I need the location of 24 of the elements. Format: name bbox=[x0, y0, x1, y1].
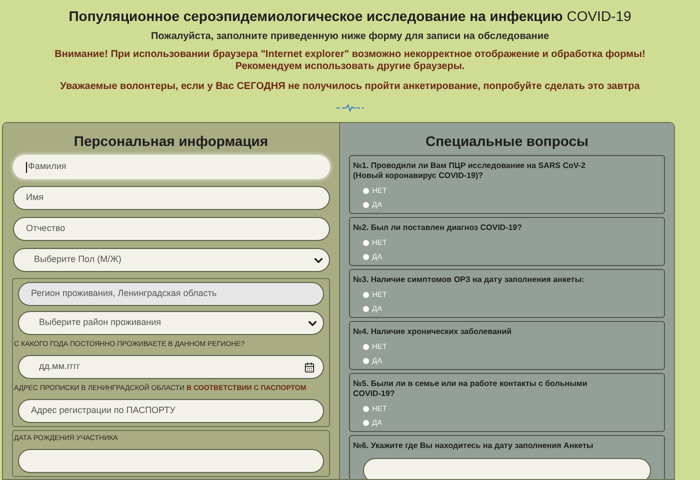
select-field[interactable]: Выберите район проживания bbox=[18, 311, 324, 335]
page-title: Популяционное сероэпидемиологическое исследование на инфекцию COVID-19 bbox=[68, 7, 632, 26]
question-text: №2. Был ли поставлен диагноз COVID-19? bbox=[353, 223, 524, 233]
text-field[interactable]: Адрес регистрации по ПАСПОРТУ bbox=[18, 399, 324, 423]
text-field[interactable]: Имя bbox=[13, 186, 330, 210]
question-text: №4. Наличие хронических заболеваний bbox=[353, 327, 513, 337]
heartbeat-icon bbox=[336, 104, 364, 112]
panel-heading: Персональная информация bbox=[72, 132, 270, 151]
question-text: №6. Укажите где Вы находитесь на дату заполнения Анкеты bbox=[353, 441, 594, 451]
text-field[interactable] bbox=[363, 458, 651, 479]
warning-text: Внимание! При использовании браузера "Internet explorer" возможно некорректное отображение и обработка формы! bbox=[54, 49, 646, 61]
select-field[interactable]: Выберите Пол (М/Ж) bbox=[13, 248, 330, 272]
question-text: №3. Наличие симптомов ОРЗ на дату заполнения анкеты: bbox=[353, 275, 586, 285]
calendar-icon bbox=[304, 362, 315, 372]
date-field[interactable]: дд.мм.гггг bbox=[18, 355, 324, 379]
notice-text: Уважаемые волонтеры, если у Вас СЕГОДНЯ не получилось пройти анкетирование, попробуйте сделать это завтра bbox=[60, 80, 640, 94]
text-field[interactable]: Отчество bbox=[13, 217, 330, 241]
subtitle: Пожалуйста, заполните приведенную ниже форму для записи на обследование bbox=[150, 30, 550, 44]
text-field[interactable] bbox=[18, 449, 324, 473]
question-text: №5. Были ли в семье или на работе контакты с больными COVID-19? bbox=[353, 379, 588, 399]
panel-heading: Специальные вопросы bbox=[424, 132, 590, 151]
question-text: №1. Проводили ли Вам ПЦР исследование на SARS CoV-2 (Новый коронавирус COVID-19)? bbox=[353, 161, 586, 181]
text-field[interactable]: Фамилия bbox=[13, 155, 330, 179]
warning-text: Рекомендуем использовать другие браузеры. bbox=[235, 61, 465, 73]
